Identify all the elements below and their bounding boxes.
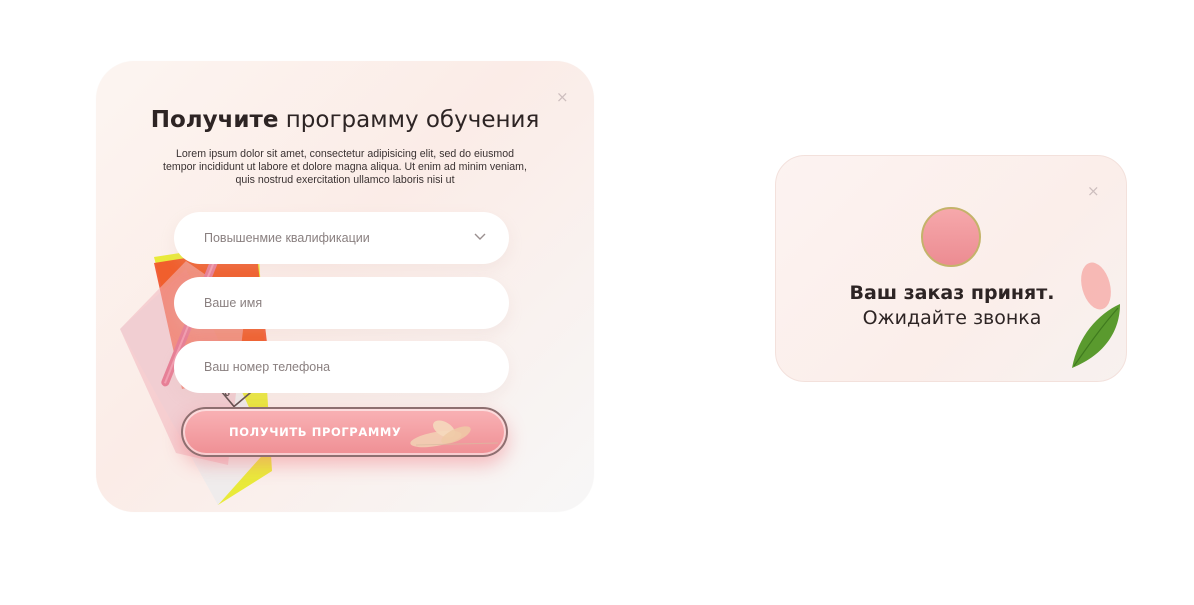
flower-petal-decoration — [410, 420, 499, 448]
modal-title: Получите программу обучения — [96, 107, 594, 133]
close-icon[interactable]: × — [556, 90, 569, 105]
phone-placeholder: Ваш номер телефона — [204, 360, 331, 374]
phone-input[interactable]: Ваш номер телефона — [174, 341, 509, 393]
success-indicator-circle — [921, 207, 981, 267]
leaf-petal-decoration — [1072, 262, 1120, 368]
program-request-modal: × Получите программу обучения Lorem ipsu… — [96, 61, 594, 512]
modal-title-rest: программу обучения — [278, 107, 540, 133]
modal-description: Lorem ipsum dolor sit amet, consectetur … — [163, 148, 527, 186]
qualification-select[interactable]: Повышенмие квалификации — [174, 212, 509, 264]
chevron-down-icon — [474, 233, 486, 240]
modal-title-bold: Получите — [150, 107, 279, 133]
get-program-button-label: ПОЛУЧИТЬ ПРОГРАММУ — [229, 425, 402, 439]
name-input[interactable]: Ваше имя — [174, 277, 509, 329]
page: × Получите программу обучения Lorem ipsu… — [0, 0, 1194, 605]
order-accepted-modal: × Ваш заказ принят. Ожидайте звонка — [775, 155, 1127, 382]
name-placeholder: Ваше имя — [204, 296, 263, 310]
select-value: Повышенмие квалификации — [204, 231, 370, 245]
petal-icon — [1081, 262, 1111, 310]
close-icon[interactable]: × — [1087, 184, 1100, 199]
get-program-button[interactable]: ПОЛУЧИТЬ ПРОГРАММУ — [181, 407, 508, 457]
